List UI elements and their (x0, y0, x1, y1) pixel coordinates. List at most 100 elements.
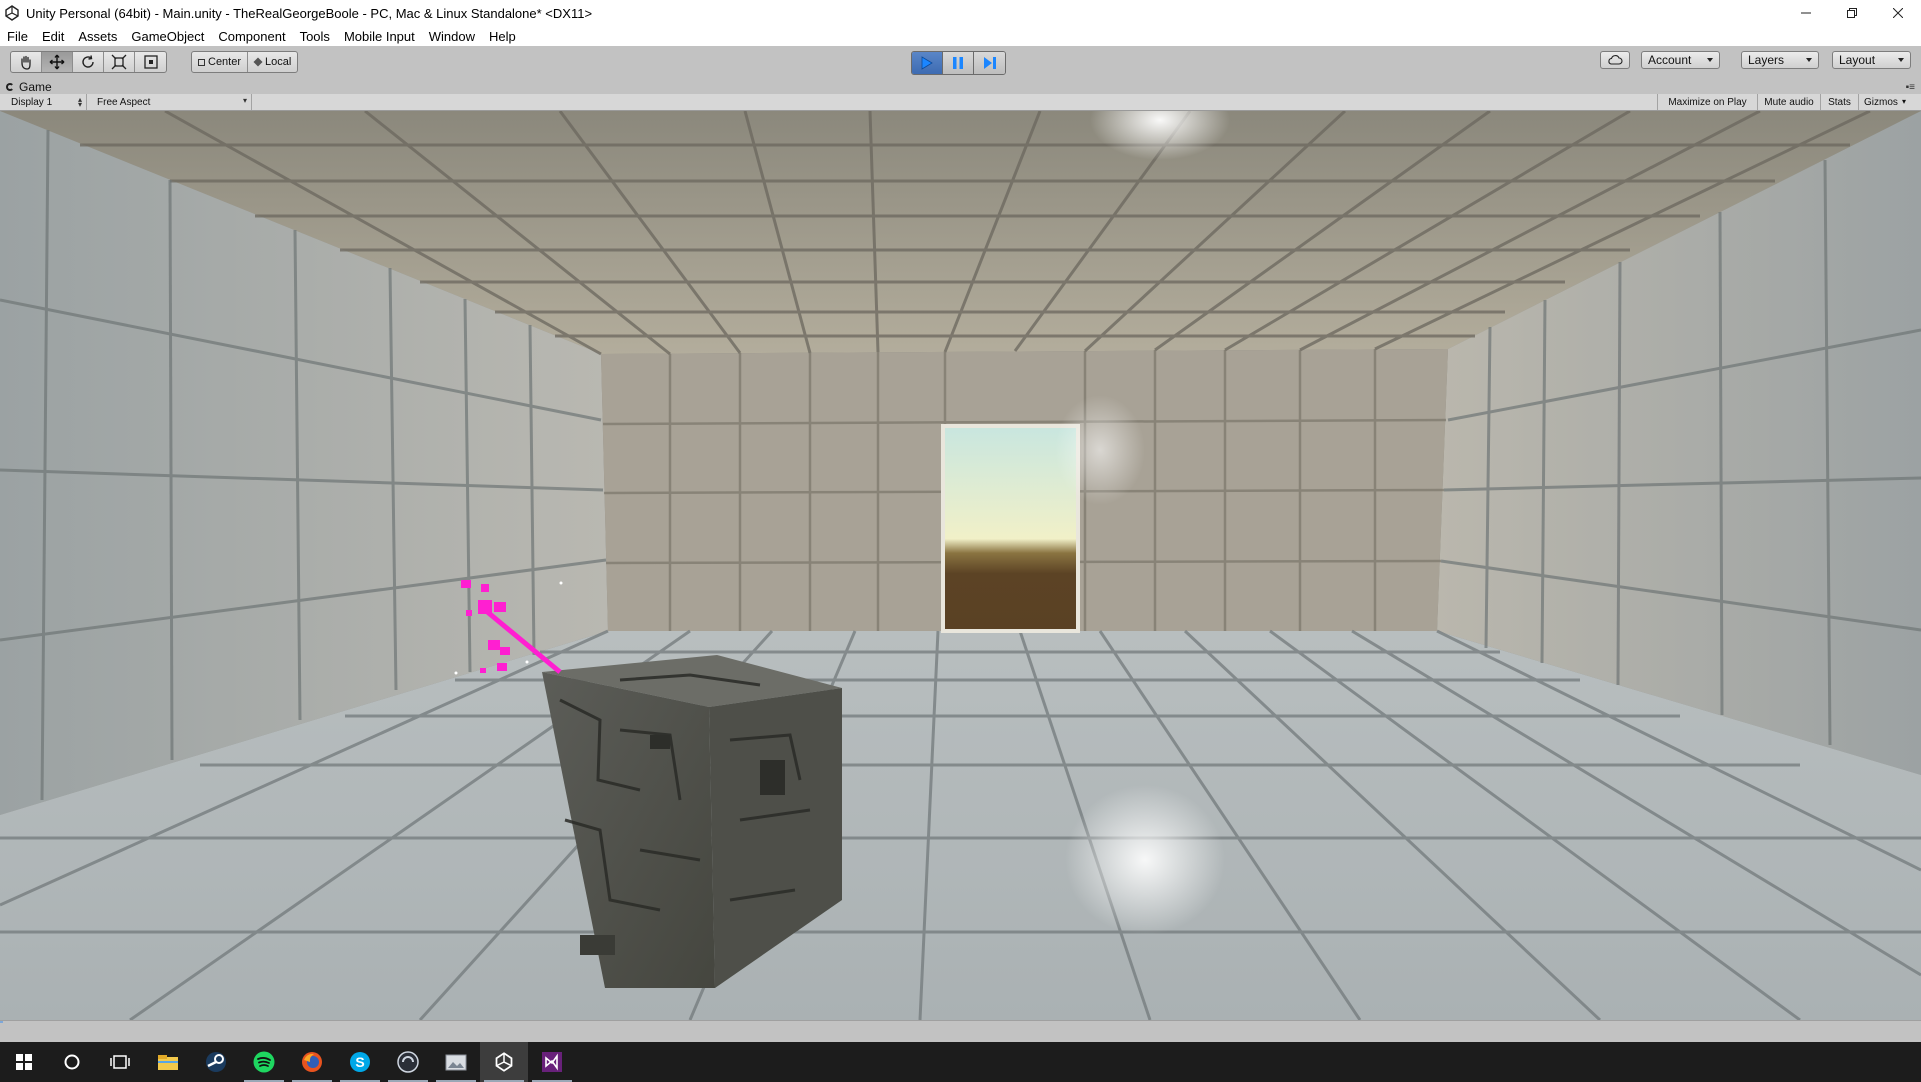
menu-tools[interactable]: Tools (293, 29, 337, 44)
close-icon (1893, 8, 1903, 18)
layers-dropdown[interactable]: Layers (1741, 51, 1819, 69)
menu-mobile-input[interactable]: Mobile Input (337, 29, 422, 44)
menu-bar: File Edit Assets GameObject Component To… (0, 26, 1921, 47)
game-tab-row: Game ▪≡ (0, 80, 1921, 94)
search-circle-icon (64, 1054, 80, 1070)
local-space-icon (253, 57, 263, 67)
pivot-center-label: Center (208, 56, 242, 68)
menu-help[interactable]: Help (482, 29, 523, 44)
minimize-button[interactable] (1783, 0, 1829, 26)
tab-game[interactable]: Game (6, 80, 52, 94)
tab-game-label: Game (19, 80, 52, 94)
display-label: Display 1 (11, 96, 53, 108)
window-title: Unity Personal (64bit) - Main.unity - Th… (26, 5, 593, 21)
windows-start-icon (16, 1054, 32, 1070)
rect-tool-icon (143, 55, 158, 69)
game-viewport[interactable] (0, 111, 1921, 1020)
svg-text:S: S (355, 1054, 364, 1070)
mute-audio-toggle[interactable]: Mute audio (1757, 94, 1820, 110)
visual-studio-icon (542, 1052, 562, 1072)
account-dropdown[interactable]: Account (1641, 51, 1720, 69)
unity-icon (495, 1052, 513, 1072)
game-view-toolbar: Display 1 ▴ ▾ Free Aspect ▾ Maximize on P… (0, 94, 1921, 111)
restore-button[interactable] (1829, 0, 1875, 26)
unity-logo-icon (5, 5, 19, 21)
taskbar-unity[interactable] (480, 1042, 528, 1082)
start-button[interactable] (0, 1042, 48, 1082)
layout-dropdown[interactable]: Layout (1832, 51, 1911, 69)
taskbar-skype[interactable]: S (336, 1042, 384, 1082)
menu-assets[interactable]: Assets (71, 29, 124, 44)
taskbar-steam[interactable] (192, 1042, 240, 1082)
playback-controls (911, 51, 1006, 75)
pause-icon (953, 57, 963, 69)
task-view-button[interactable] (96, 1042, 144, 1082)
windows-taskbar: S (0, 1042, 1921, 1082)
transform-tools (10, 51, 167, 73)
restore-icon (1847, 8, 1857, 18)
move-tool-button[interactable] (42, 52, 73, 72)
taskbar-image-viewer[interactable] (432, 1042, 480, 1082)
scale-icon (111, 54, 127, 70)
close-button[interactable] (1875, 0, 1921, 26)
pivot-icon (198, 58, 205, 66)
chevron-down-icon (1898, 58, 1904, 62)
rect-tool-button[interactable] (135, 52, 166, 72)
account-label: Account (1648, 53, 1692, 67)
taskbar-visual-studio[interactable] (528, 1042, 576, 1082)
rotate-icon (82, 55, 94, 68)
taskbar-file-explorer[interactable] (144, 1042, 192, 1082)
skype-icon: S (350, 1052, 370, 1072)
status-bar (0, 1020, 1921, 1043)
steam-icon (206, 1052, 226, 1072)
tab-menu-icon[interactable]: ▪≡ (1906, 82, 1915, 93)
chevron-down-icon (1707, 58, 1713, 62)
pivot-center-toggle[interactable]: Center (192, 52, 249, 72)
scale-tool-button[interactable] (104, 52, 135, 72)
taskbar-firefox[interactable] (288, 1042, 336, 1082)
gizmos-dropdown[interactable]: Gizmos ▾ (1858, 94, 1910, 110)
file-explorer-icon (158, 1055, 178, 1070)
updown-arrows-icon: ▴ ▾ (77, 95, 82, 109)
task-view-icon (110, 1055, 130, 1069)
search-button[interactable] (48, 1042, 96, 1082)
hand-tool-button[interactable] (11, 52, 42, 72)
cloud-button[interactable] (1600, 51, 1630, 69)
step-button[interactable] (974, 52, 1005, 74)
pivot-toggles: Center Local (191, 51, 299, 73)
aspect-label: Free Aspect (97, 96, 151, 108)
pause-button[interactable] (943, 52, 974, 74)
aspect-dropdown[interactable]: Free Aspect ▾ (92, 94, 252, 110)
hand-icon (21, 55, 31, 70)
step-icon (983, 57, 996, 69)
taskbar-steam-chat[interactable] (384, 1042, 432, 1082)
menu-edit[interactable]: Edit (35, 29, 71, 44)
menu-component[interactable]: Component (211, 29, 292, 44)
move-icon (49, 54, 65, 70)
display-dropdown[interactable]: Display 1 ▴ ▾ (6, 94, 87, 110)
scene-render (0, 111, 1921, 1020)
image-viewer-icon (445, 1054, 467, 1071)
chevron-down-icon (1806, 58, 1812, 62)
cloud-icon (1608, 55, 1623, 65)
play-button[interactable] (912, 52, 943, 74)
play-icon (921, 56, 933, 70)
pivot-local-toggle[interactable]: Local (248, 52, 297, 72)
spotify-icon (253, 1051, 275, 1073)
pivot-local-label: Local (265, 56, 292, 68)
game-tab-icon (6, 83, 14, 91)
minimize-icon (1801, 12, 1811, 14)
gizmos-label: Gizmos (1864, 96, 1898, 108)
layout-label: Layout (1839, 53, 1876, 67)
rotate-tool-button[interactable] (73, 52, 104, 72)
menu-file[interactable]: File (0, 29, 35, 44)
main-toolbar: Center Local Account Layers Layout (0, 46, 1921, 81)
floor-light-reflection (1065, 785, 1225, 935)
chevron-down-icon: ▾ (242, 96, 247, 105)
maximize-on-play-toggle[interactable]: Maximize on Play (1657, 94, 1757, 110)
firefox-icon (302, 1052, 322, 1072)
menu-window[interactable]: Window (422, 29, 482, 44)
stats-toggle[interactable]: Stats (1820, 94, 1858, 110)
taskbar-spotify[interactable] (240, 1042, 288, 1082)
menu-gameobject[interactable]: GameObject (124, 29, 211, 44)
